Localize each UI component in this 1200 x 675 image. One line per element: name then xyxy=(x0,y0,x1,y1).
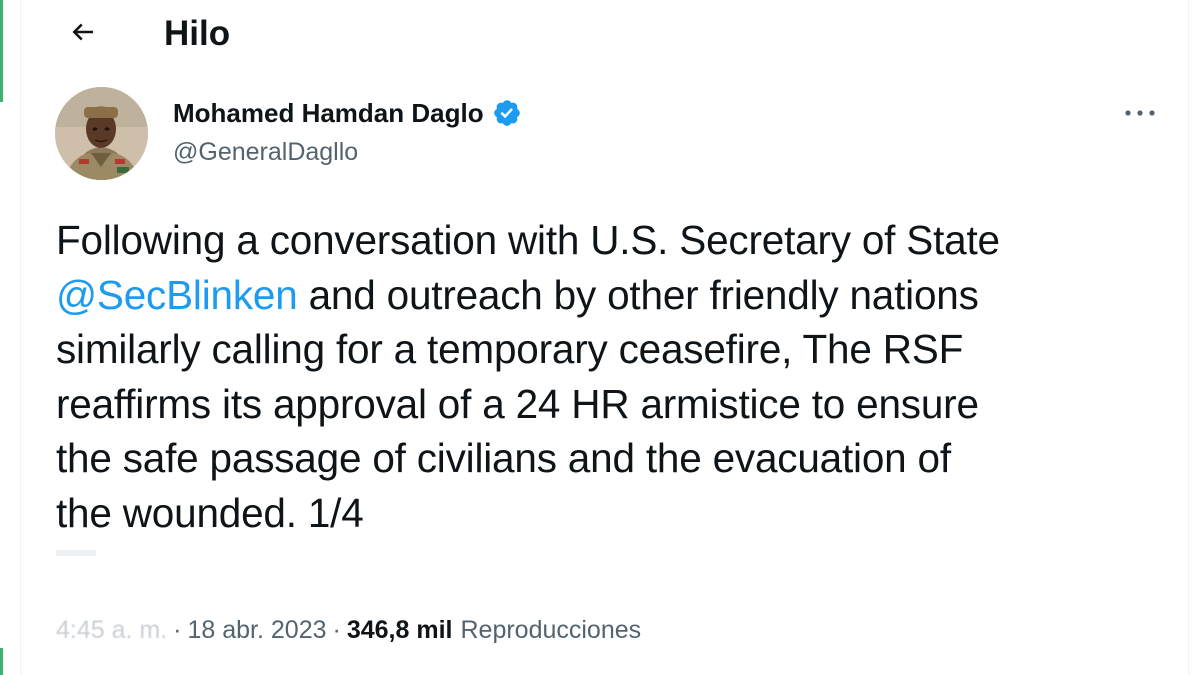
column-border-left xyxy=(20,0,21,675)
views-label[interactable]: Reproducciones xyxy=(460,616,641,645)
mention-link[interactable]: @SecBlinken xyxy=(56,272,298,318)
tweet-time[interactable]: 4:45 a. m. xyxy=(56,616,167,645)
avatar[interactable] xyxy=(55,87,148,180)
tweet-text: Following a conversation with U.S. Secre… xyxy=(56,213,1166,540)
views-count[interactable]: 346,8 mil xyxy=(347,616,453,645)
verified-badge-icon[interactable] xyxy=(492,98,522,128)
tweet-text-segment: similarly calling for a temporary ceasef… xyxy=(56,326,964,372)
tweet-text-segment: reaffirms its approval of a 24 HR armist… xyxy=(56,380,979,427)
tweet-text-segment: Following a conversation with U.S. Secre… xyxy=(56,217,1000,263)
arrow-left-icon xyxy=(68,17,98,52)
more-horizontal-icon xyxy=(1123,105,1157,123)
more-options-button[interactable] xyxy=(1118,95,1162,133)
author-handle[interactable]: @GeneralDagllo xyxy=(173,136,358,168)
tweet-text-line: the wounded. 1/4 xyxy=(56,486,1166,541)
page-title: Hilo xyxy=(164,14,231,53)
tweet-text-segment: and outreach by other friendly nations xyxy=(297,271,979,318)
tweet-text-segment: the safe passage of civilians and the ev… xyxy=(56,435,951,481)
tweet-text-line: @SecBlinken and outreach by other friend… xyxy=(56,268,1166,323)
tweet-text-line: the safe passage of civilians and the ev… xyxy=(56,431,1166,486)
tweet-thread-page: Hilo Mohamed Hamdan Daglo @GeneralDagllo… xyxy=(0,0,1200,675)
meta-separator: · xyxy=(173,615,182,644)
tweet-text-line: reaffirms its approval of a 24 HR armist… xyxy=(56,377,1166,432)
column-border-right xyxy=(1188,0,1189,675)
faded-divider xyxy=(56,550,96,556)
meta-separator: · xyxy=(332,615,341,644)
back-button[interactable] xyxy=(61,12,105,56)
tweet-text-line: Following a conversation with U.S. Secre… xyxy=(56,213,1166,268)
author-name-row[interactable]: Mohamed Hamdan Daglo xyxy=(173,96,522,130)
tweet-text-segment: the wounded. 1/4 xyxy=(56,489,364,536)
left-edge-accent xyxy=(0,0,3,102)
tweet-date[interactable]: 18 abr. 2023 xyxy=(188,616,327,645)
thread-header: Hilo xyxy=(21,0,1188,68)
tweet-text-line: similarly calling for a temporary ceasef… xyxy=(56,322,1166,377)
tweet-meta: 4:45 a. m. · 18 abr. 2023 · 346,8 mil Re… xyxy=(56,613,641,647)
author-name[interactable]: Mohamed Hamdan Daglo xyxy=(173,96,484,130)
left-edge-accent-bottom xyxy=(0,648,3,675)
